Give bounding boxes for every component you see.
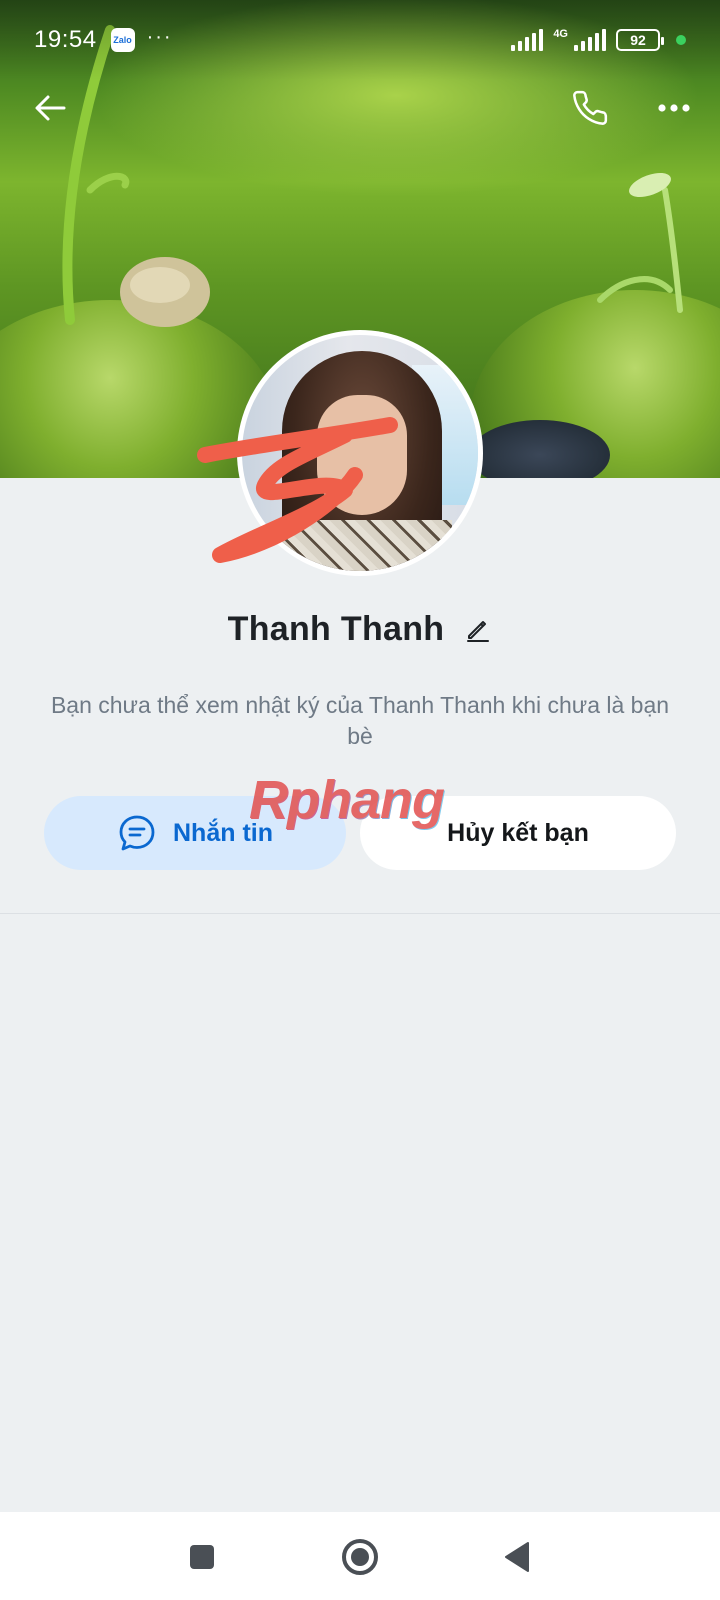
recents-button[interactable]: [175, 1530, 229, 1584]
battery-level: 92: [630, 32, 646, 48]
message-button-label: Nhắn tin: [173, 818, 273, 847]
more-options-button[interactable]: [650, 84, 698, 132]
arrow-left-icon: [35, 95, 66, 121]
profile-header: [0, 80, 720, 134]
triangle-back-icon: [505, 1542, 529, 1572]
unfriend-button-label: Hủy kết bạn: [447, 818, 589, 847]
pencil-icon[interactable]: [464, 615, 492, 643]
back-button[interactable]: [26, 84, 74, 132]
status-time: 19:54: [34, 26, 97, 53]
privacy-indicator-dot: [676, 35, 686, 45]
avatar-shirt: [282, 520, 452, 571]
system-navigation-bar: [0, 1512, 720, 1600]
home-button[interactable]: [333, 1530, 387, 1584]
square-icon: [190, 1545, 214, 1569]
circle-icon: [342, 1539, 378, 1575]
call-button[interactable]: [566, 84, 614, 132]
privacy-notice: Bạn chưa thể xem nhật ký của Thanh Thanh…: [50, 692, 670, 749]
signal-icon: [511, 29, 544, 51]
profile-name: Thanh Thanh: [227, 609, 445, 648]
zalo-notification-icon: Zalo: [110, 28, 135, 52]
avatar-face: [317, 395, 407, 515]
profile-name-row: Thanh Thanh: [0, 604, 720, 654]
chat-bubble-icon: [119, 815, 155, 851]
status-bar: 19:54 Zalo ··· 4G 92: [0, 0, 720, 80]
more-notifications-icon: ···: [146, 25, 173, 48]
battery-icon: 92: [616, 29, 664, 51]
nav-back-button[interactable]: [490, 1530, 544, 1584]
divider: [0, 913, 720, 914]
avatar-photo: [242, 335, 478, 571]
unfriend-button[interactable]: Hủy kết bạn: [360, 796, 676, 870]
status-right: 4G 92: [511, 28, 686, 51]
message-button[interactable]: Nhắn tin: [44, 796, 346, 870]
avatar[interactable]: [237, 330, 483, 576]
network-type: 4G: [553, 28, 568, 40]
signal-icon-2: [574, 29, 606, 51]
more-horizontal-icon: [658, 104, 690, 112]
phone-icon: [573, 90, 608, 125]
